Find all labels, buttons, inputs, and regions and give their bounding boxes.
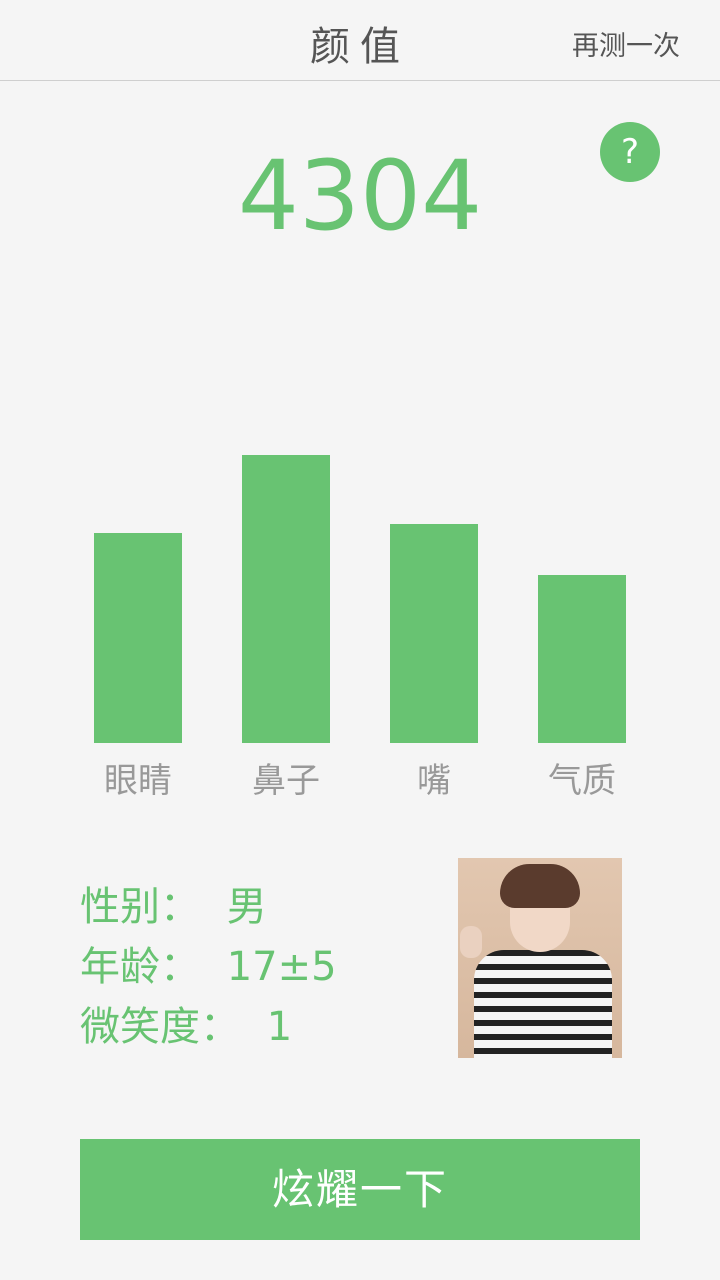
bar-label-4: 气质 — [548, 761, 616, 801]
retest-button[interactable]: 再测一次 — [572, 24, 680, 63]
photo-hair — [500, 864, 580, 908]
smile-value: 1 — [266, 1004, 293, 1050]
bar-4 — [538, 575, 626, 743]
bar-3 — [390, 524, 478, 743]
user-photo — [458, 858, 622, 1058]
smile-label: 微笑度： — [80, 1004, 240, 1050]
age-value: 17±5 — [226, 944, 337, 990]
smile-row: 微笑度： 1 — [80, 994, 292, 1052]
age-label: 年龄： — [80, 944, 200, 990]
share-button[interactable]: 炫耀一下 — [80, 1139, 640, 1240]
photo-hand — [460, 926, 482, 958]
gender-row: 性别： 男 — [80, 874, 267, 932]
bar-2 — [242, 455, 330, 743]
bar-label-1: 眼睛 — [104, 761, 172, 801]
bar-1 — [94, 533, 182, 743]
gender-value: 男 — [226, 884, 267, 930]
photo-shirt — [474, 950, 612, 1058]
score-value: 4304 — [237, 140, 483, 252]
age-row: 年龄： 17±5 — [80, 934, 337, 992]
gender-label: 性别： — [80, 884, 200, 930]
bar-label-3: 嘴 — [417, 761, 451, 801]
feature-bar-chart: 眼睛 鼻子 嘴 气质 — [94, 455, 626, 801]
bar-label-2: 鼻子 — [252, 761, 320, 801]
app-header: 颜值 再测一次 — [0, 0, 720, 81]
